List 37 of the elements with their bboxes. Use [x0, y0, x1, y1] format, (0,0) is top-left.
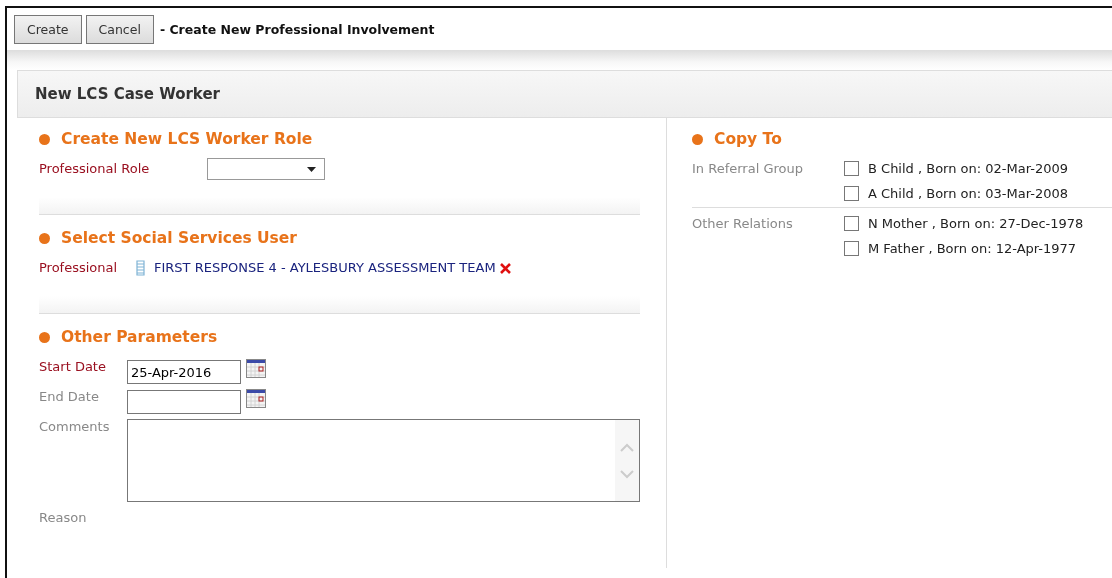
- role-dropdown[interactable]: [207, 158, 325, 180]
- field-label: Professional Role: [39, 161, 151, 176]
- person-label: A Child , Born on: 03-Mar-2008: [868, 186, 1068, 201]
- remove-icon[interactable]: [499, 263, 511, 274]
- field-label: Reason: [39, 510, 88, 525]
- professional-link[interactable]: FIRST RESPONSE 4 - AYLESBURY ASSESSMENT TEAM: [154, 260, 496, 275]
- section-title: Other Parameters: [61, 328, 218, 346]
- panel-header: New LCS Case Worker: [17, 70, 1112, 118]
- field-label: Start Date: [39, 359, 107, 374]
- field-label: Professional: [39, 260, 119, 275]
- section-title: Copy To: [714, 130, 782, 148]
- group-label: Other Relations: [692, 216, 794, 233]
- toolbar-button[interactable]: Cancel: [85, 14, 154, 44]
- checkbox[interactable]: [844, 216, 859, 231]
- bullet-icon: [39, 133, 50, 145]
- caret-icon: [307, 167, 316, 172]
- checkbox[interactable]: [844, 241, 859, 256]
- group-label: In Referral Group: [692, 161, 804, 178]
- building-icon: [135, 260, 146, 276]
- section-title: Create New LCS Worker Role: [61, 130, 313, 148]
- bullet-icon: [692, 133, 703, 145]
- toolbar-button[interactable]: Create: [14, 14, 82, 44]
- section-title: Select Social Services User: [61, 229, 297, 247]
- page-title: - Create New Professional Involvement: [159, 21, 435, 37]
- field-label: End Date: [39, 389, 100, 404]
- person-label: N Mother , Born on: 27-Dec-1978: [868, 216, 1084, 231]
- calendar-icon[interactable]: [246, 359, 266, 378]
- date-field[interactable]: 25-Apr-2016: [127, 360, 241, 384]
- bullet-icon: [39, 331, 50, 343]
- checkbox[interactable]: [844, 161, 859, 176]
- date-field[interactable]: [127, 390, 241, 414]
- field-label: Comments: [39, 419, 111, 434]
- checkbox[interactable]: [844, 186, 859, 201]
- calendar-icon[interactable]: [246, 389, 266, 408]
- bullet-icon: [39, 232, 50, 244]
- person-label: M Father , Born on: 12-Apr-1977: [868, 241, 1077, 256]
- person-label: B Child , Born on: 02-Mar-2009: [868, 161, 1068, 176]
